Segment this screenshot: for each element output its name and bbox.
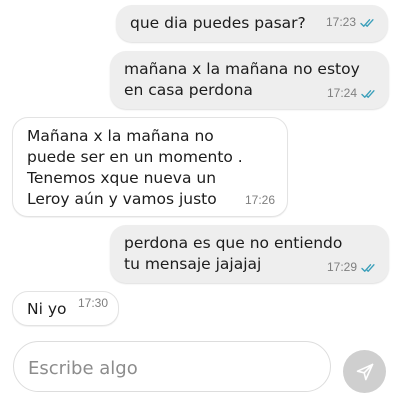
message-meta: 17:24 (327, 83, 377, 104)
message-meta: 17:23 (326, 12, 376, 33)
message-input[interactable] (26, 354, 320, 382)
double-check-icon (360, 18, 374, 27)
message-text: mañana x la mañana no estoy en casa perd… (124, 60, 360, 99)
message-bubble-outgoing[interactable]: perdona es que no entiendo tu mensaje ja… (110, 225, 389, 283)
message-time: 17:26 (244, 193, 275, 207)
message-text: Mañana x la mañana no puede ser en un mo… (27, 127, 243, 208)
message-text: que dia puedes pasar? (130, 14, 306, 32)
send-icon (356, 363, 373, 380)
message-text: Ni yo (27, 300, 67, 318)
message-bubble-outgoing[interactable]: que dia puedes pasar? 17:23 (116, 5, 388, 42)
double-check-icon (361, 263, 375, 272)
message-time: 17:24 (326, 86, 357, 100)
message-composer[interactable] (13, 341, 331, 392)
message-text: perdona es que no entiendo tu mensaje ja… (124, 234, 343, 273)
message-bubble-outgoing[interactable]: mañana x la mañana no estoy en casa perd… (110, 51, 389, 109)
message-meta: 17:26 (245, 190, 275, 211)
message-time: 17:29 (326, 260, 357, 274)
message-list[interactable]: que dia puedes pasar? 17:23 mañana x la … (0, 0, 400, 335)
message-time: 17:23 (325, 15, 356, 29)
message-meta: 17:30 (78, 293, 108, 314)
message-bubble-incoming[interactable]: Mañana x la mañana no puede ser en un mo… (12, 117, 288, 217)
message-meta: 17:29 (327, 257, 377, 278)
message-bubble-incoming[interactable]: Ni yo 17:30 (12, 291, 119, 326)
message-time: 17:30 (78, 296, 109, 310)
send-button[interactable] (343, 350, 386, 393)
double-check-icon (361, 89, 375, 98)
